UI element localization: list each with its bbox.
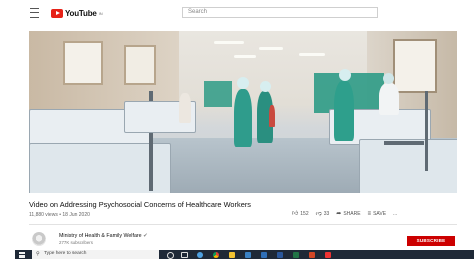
save-label: SAVE [373, 211, 387, 217]
scene-curtain [204, 81, 232, 107]
taskbar: ⚲ Type here to search [15, 250, 474, 259]
youtube-header: YouTube IN Search [0, 0, 474, 26]
powerpoint-icon[interactable] [309, 251, 315, 258]
search-input[interactable]: Search [182, 7, 378, 18]
channel-name-text: Ministry of Health & Family Welfare [59, 233, 142, 239]
scene-window [63, 41, 103, 85]
taskbar-search-input[interactable]: ⚲ Type here to search [32, 250, 159, 259]
share-icon: ➦ [336, 211, 342, 217]
chrome-icon[interactable] [213, 251, 219, 258]
task-view-icon[interactable] [181, 251, 188, 258]
scene-window [393, 39, 437, 93]
scene-health-worker-head [237, 77, 249, 89]
scene-health-worker [334, 81, 354, 141]
hamburger-icon[interactable] [30, 8, 39, 18]
cortana-icon[interactable] [167, 251, 174, 259]
scene-iv-pole [425, 91, 428, 171]
youtube-logo[interactable]: YouTube IN [51, 8, 103, 18]
store-icon[interactable] [245, 251, 251, 258]
ceiling-light [259, 47, 283, 50]
share-button[interactable]: ➦ SHARE [336, 211, 360, 217]
divider [29, 224, 457, 225]
video-meta: 11,880 views • 18 Jun 2020 [29, 212, 90, 218]
like-count: 152 [300, 211, 309, 217]
channel-avatar[interactable] [32, 232, 46, 246]
meta-separator: • [59, 212, 61, 218]
explorer-icon[interactable] [229, 251, 235, 258]
thumbs-up-icon: 👍︎ [292, 211, 299, 217]
scene-health-worker-head [383, 73, 394, 84]
thumbs-down-icon: 👎︎ [315, 211, 322, 217]
scene-red-cylinder [269, 105, 275, 127]
dislike-button[interactable]: 👎︎ 33 [316, 211, 330, 217]
video-title: Video on Addressing Psychosocial Concern… [29, 200, 251, 209]
subscriber-count: 277K subscribers [59, 240, 93, 245]
ceiling-light [234, 55, 256, 58]
playlist-add-icon: ≡ [367, 211, 372, 217]
upload-date: 18 Jun 2020 [62, 212, 90, 218]
more-icon: ... [393, 211, 398, 217]
scene-patient [179, 93, 191, 123]
word-icon[interactable] [277, 251, 283, 258]
start-icon[interactable] [19, 251, 25, 258]
app-icon[interactable] [325, 251, 331, 258]
ceiling-light [299, 53, 325, 56]
scene-health-worker-head [260, 81, 271, 92]
logo-text: YouTube [65, 8, 97, 18]
scene-bed-rail [384, 141, 424, 145]
logo-region: IN [98, 10, 103, 16]
verified-icon: ✔ [143, 233, 148, 239]
scene-health-worker [379, 83, 399, 115]
mail-icon[interactable] [261, 251, 267, 258]
video-player[interactable] [29, 31, 457, 193]
video-actions: 👍︎ 152 👎︎ 33 ➦ SHARE ≡ SAVE ... [292, 211, 397, 217]
scene-window [124, 45, 156, 85]
share-label: SHARE [343, 211, 361, 217]
dislike-count: 33 [323, 211, 330, 217]
like-button[interactable]: 👍︎ 152 [292, 211, 309, 217]
edge-icon[interactable] [197, 251, 203, 258]
excel-icon[interactable] [293, 251, 299, 258]
youtube-play-icon [51, 8, 63, 18]
ceiling-light [214, 41, 244, 44]
scene-health-worker [234, 89, 252, 147]
taskbar-search-placeholder: Type here to search [44, 251, 87, 256]
save-button[interactable]: ≡ SAVE [368, 211, 386, 217]
subscribe-button[interactable]: SUBSCRIBE [407, 236, 455, 246]
search-placeholder: Search [188, 9, 208, 15]
search-icon: ⚲ [36, 251, 40, 257]
view-count: 11,880 views [29, 212, 58, 218]
scene-health-worker-head [339, 69, 351, 81]
more-button[interactable]: ... [393, 211, 397, 217]
channel-name[interactable]: Ministry of Health & Family Welfare ✔ [59, 233, 148, 239]
scene-bed [359, 139, 457, 193]
